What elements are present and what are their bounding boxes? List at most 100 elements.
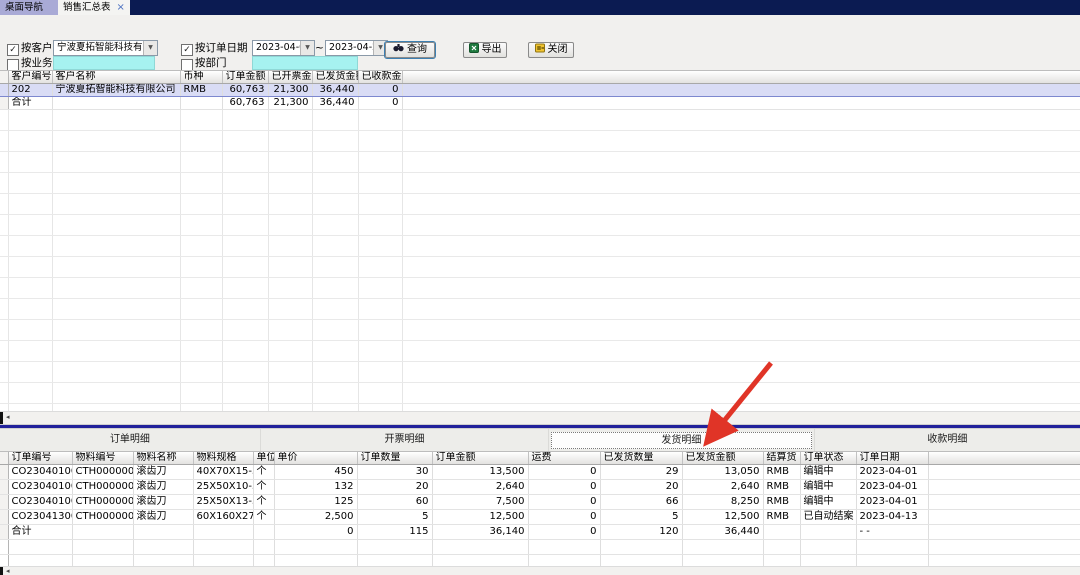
cell: 25X50X10-30(122 [193,480,253,495]
cell: 450 [274,465,357,480]
cell [180,236,222,257]
table-row[interactable]: 合计60,76321,30036,4400 [0,97,1080,110]
department-input[interactable] [252,56,358,70]
cell: 7,500 [432,495,528,510]
date-from-select[interactable]: 2023-04-01 ▼ [252,40,315,56]
cell [312,236,358,257]
cell [8,152,52,173]
tab-receipt-detail[interactable]: 收款明细 [815,429,1080,452]
cell: 12,500 [682,510,763,525]
cell: 40X70X15-30(122 [193,465,253,480]
cell: RMB [763,465,800,480]
detail-horizontal-scrollbar[interactable]: ◂ [0,566,1080,575]
cell: 编辑中 [800,495,856,510]
cell: 0 [528,510,600,525]
row-header-gutter [0,215,8,236]
summary-horizontal-scrollbar[interactable]: ◂ [0,411,1080,425]
row-header-gutter [0,465,8,480]
cell [52,97,180,110]
table-row[interactable]: CO230401002CTH0000000209滚齿刀25X50X13-30(1… [0,495,1080,510]
cell: 202 [8,84,52,97]
customer-filter-checkbox[interactable]: ✓ [7,44,19,56]
department-filter-label: 按部门 [195,57,227,70]
tab-sales-summary[interactable]: 销售汇总表 × [58,0,130,15]
scrollbar-handle[interactable] [0,412,3,424]
cell [222,194,268,215]
export-button[interactable]: 导出 [463,42,507,58]
cell [402,299,1080,320]
tab-order-detail[interactable]: 订单明细 [0,429,261,452]
column-header: 订单编号 [8,452,72,465]
cell [72,540,133,555]
cell [800,540,856,555]
salesperson-input[interactable] [53,56,155,70]
app-window: 桌面导航 销售汇总表 × ✓ 按客户 宁波夏拓智能科技有限公 ▼ ✓ 按订单日期… [0,0,1080,575]
order-date-filter-label: 按订单日期 [195,42,248,55]
cell [268,257,312,278]
column-header: 订单金额 [432,452,528,465]
cell [180,194,222,215]
cell [222,131,268,152]
cell [52,173,180,194]
close-tab-icon[interactable]: × [117,0,125,15]
table-row[interactable]: CO230401002CTH0000000208滚齿刀25X50X10-30(1… [0,480,1080,495]
column-header: 物料名称 [133,452,193,465]
tab-invoice-detail[interactable]: 开票明细 [261,429,549,452]
cell [180,152,222,173]
scroll-left-icon[interactable]: ◂ [6,412,10,423]
cell [52,110,180,131]
dropdown-arrow-icon[interactable]: ▼ [300,41,314,55]
cell [312,131,358,152]
table-row[interactable]: CO230413002CTH0000000258滚齿刀60X160X27-30(… [0,510,1080,525]
cell [268,320,312,341]
cell [928,480,1080,495]
cell [928,525,1080,540]
table-row[interactable]: CO230401002CTH0000000021滚齿刀40X70X15-30(1… [0,465,1080,480]
column-header: 已开票金额 [268,71,312,84]
scroll-left-icon[interactable]: ◂ [6,567,10,575]
cell [52,194,180,215]
empty-row [0,362,1080,383]
close-window-icon [535,43,545,58]
query-button[interactable]: 查询 [385,42,435,58]
cell [402,97,1080,110]
cell [133,525,193,540]
cell [432,540,528,555]
header-row: 订单编号物料编号物料名称物料规格单位单价订单数量订单金额运费已发货数量已发货金额… [0,452,1080,465]
cell [928,510,1080,525]
tab-invoice-detail-label: 开票明细 [263,432,546,448]
empty-row [0,320,1080,341]
cell [528,540,600,555]
customer-filter-label: 按客户 [21,42,53,55]
cell [52,257,180,278]
date-to-select[interactable]: 2023-04-25 ▼ [325,40,388,56]
empty-row [0,236,1080,257]
cell [8,236,52,257]
table-row[interactable]: 202宁波夏拓智能科技有限公司RMB60,76321,30036,4400 [0,84,1080,97]
column-header [928,452,1080,465]
cell: 2023-04-01 [856,465,928,480]
cell [8,215,52,236]
customer-select[interactable]: 宁波夏拓智能科技有限公 ▼ [53,40,158,56]
cell: RMB [180,84,222,97]
cell [358,257,402,278]
dropdown-arrow-icon[interactable]: ▼ [143,41,157,55]
cell [312,278,358,299]
column-header: 已收款金额 [358,71,402,84]
scrollbar-handle[interactable] [0,567,3,575]
customer-summary-table: 客户编号客户名称币种订单金额已开票金额已发货金额已收款金额 202宁波夏拓智能科… [0,71,1080,412]
cell [8,341,52,362]
order-date-filter-checkbox[interactable]: ✓ [181,44,193,56]
table-row[interactable]: 合计011536,140012036,440- - [0,525,1080,540]
cell: 2023-04-01 [856,480,928,495]
cell: 合计 [8,97,52,110]
cell [402,320,1080,341]
cell: 60,763 [222,84,268,97]
cell: 5 [357,510,432,525]
close-button[interactable]: 关闭 [528,42,574,58]
tab-desktop-navigation[interactable]: 桌面导航 [0,0,58,15]
cell [268,362,312,383]
cell: CO230401002 [8,465,72,480]
cell [8,131,52,152]
cell [357,540,432,555]
